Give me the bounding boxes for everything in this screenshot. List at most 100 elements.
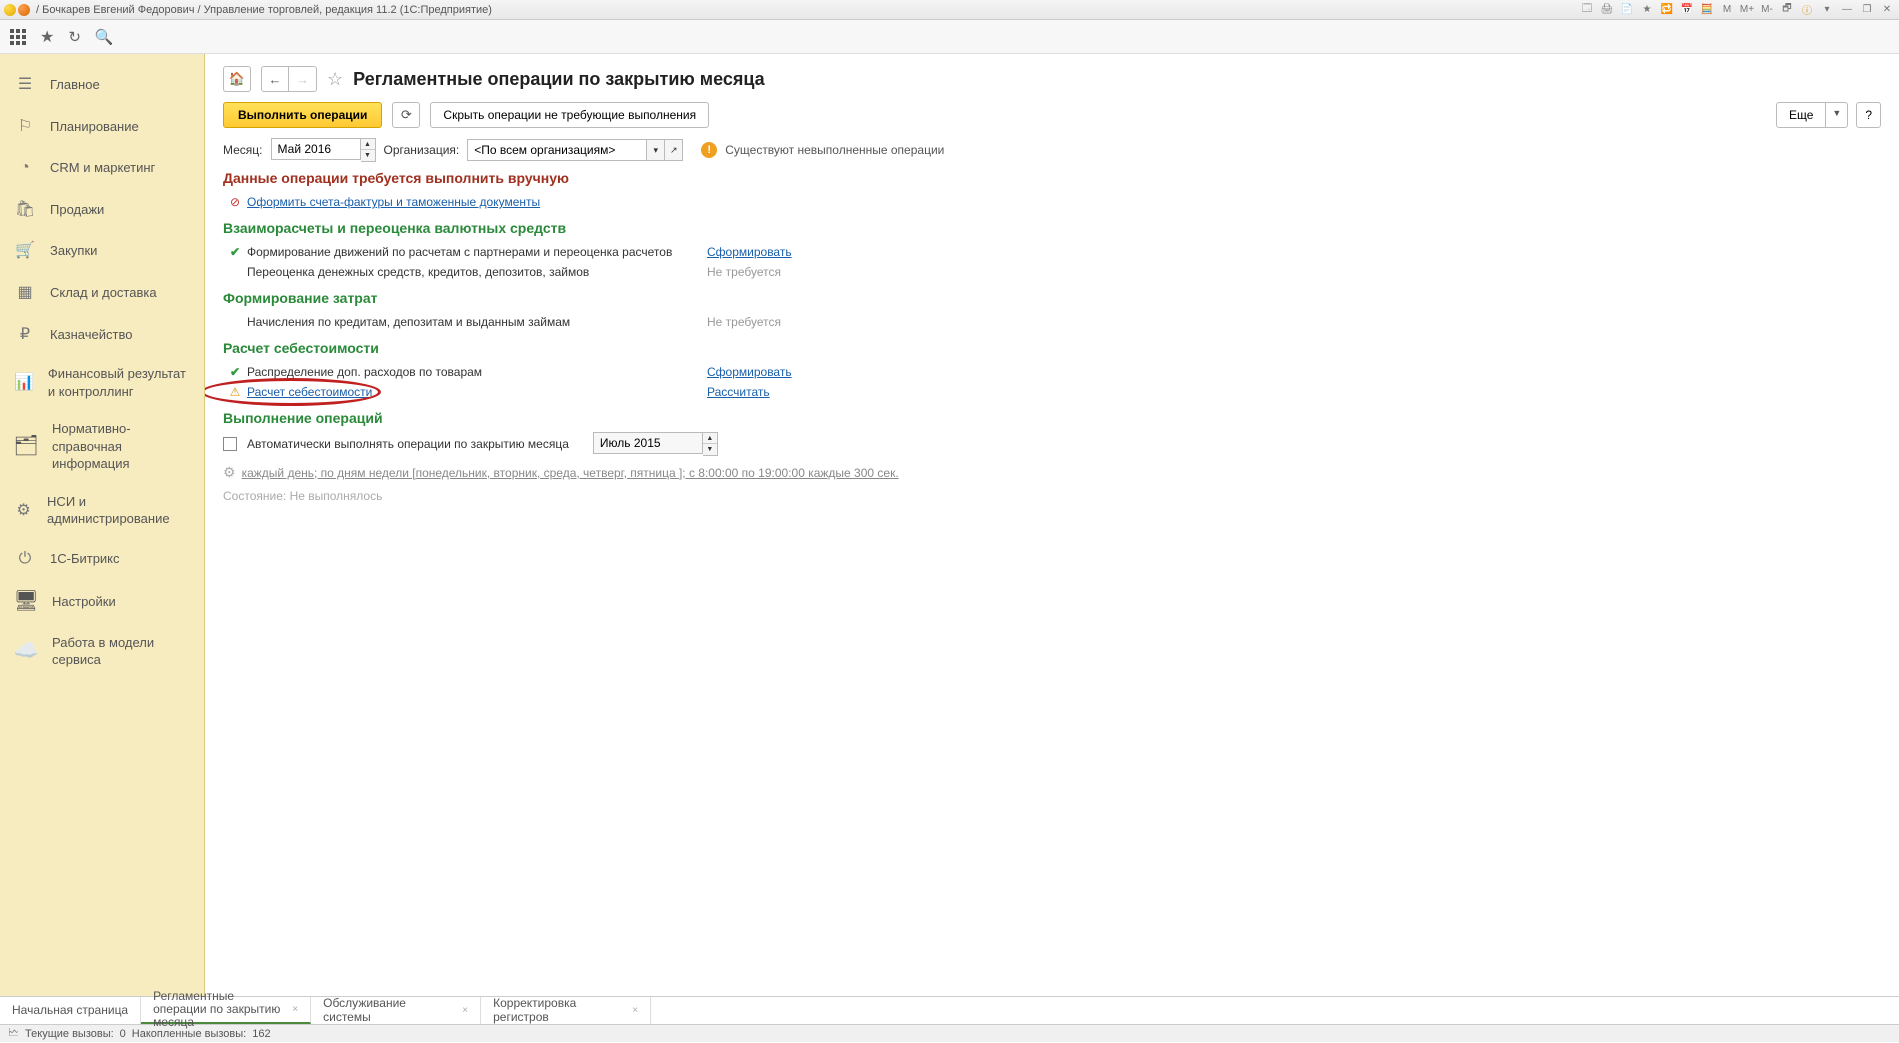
- sidebar-item-treasury[interactable]: ₽Казначейство: [0, 314, 204, 356]
- tb-icon[interactable]: 🗔: [1579, 3, 1595, 17]
- manual-link[interactable]: Оформить счета-фактуры и таможенные доку…: [247, 195, 540, 209]
- forward-button[interactable]: →: [289, 66, 317, 92]
- main-toolbar: ★ ↻ 🔍: [0, 20, 1899, 54]
- tb-icon[interactable]: 🧮: [1699, 3, 1715, 17]
- spin-down-icon[interactable]: ▼: [703, 444, 717, 455]
- tb-icon[interactable]: 🗗: [1779, 3, 1795, 17]
- close-icon[interactable]: ✕: [1879, 3, 1895, 17]
- tab-label: Начальная страница: [12, 1004, 128, 1017]
- sidebar-item-label: НСИ и администрирование: [47, 493, 190, 528]
- tab-label: Обслуживание системы: [323, 997, 456, 1023]
- tab-month-close[interactable]: Регламентные операции по закрытию месяца…: [141, 997, 311, 1024]
- sidebar-item-bitrix[interactable]: ⏻1С-Битрикс: [0, 538, 204, 580]
- month-input[interactable]: [271, 138, 361, 160]
- sidebar-item-sales[interactable]: 🛍 Продажи: [0, 189, 204, 231]
- home-button[interactable]: 🏠: [223, 66, 251, 92]
- accum-calls-value: 162: [252, 1028, 270, 1040]
- tab-close-icon[interactable]: ×: [632, 1005, 638, 1016]
- op-name: Формирование движений по расчетам с парт…: [247, 245, 707, 259]
- auto-month-spinner[interactable]: ▲▼: [703, 432, 718, 456]
- tab-registers[interactable]: Корректировка регистров×: [481, 997, 651, 1024]
- current-calls-label: Текущие вызовы:: [25, 1028, 114, 1040]
- sidebar-item-label: Казначейство: [50, 326, 132, 344]
- dd-icon[interactable]: ▾: [1819, 3, 1835, 17]
- current-calls-value: 0: [120, 1028, 126, 1040]
- tb-icon[interactable]: 📅: [1679, 3, 1695, 17]
- tb-m-minus[interactable]: M-: [1759, 3, 1775, 17]
- schedule-link[interactable]: каждый день; по дням недели [понедельник…: [242, 466, 899, 480]
- app-icon-2: [18, 4, 30, 16]
- org-open-icon[interactable]: ↗: [665, 139, 683, 161]
- tb-icon[interactable]: 📄: [1619, 3, 1635, 17]
- sidebar-item-cloud[interactable]: ☁️Работа в модели сервиса: [0, 624, 204, 679]
- tab-close-icon[interactable]: ×: [462, 1005, 468, 1016]
- more-dropdown-icon[interactable]: ▼: [1826, 102, 1848, 128]
- sidebar-item-label: Нормативно-справочная информация: [52, 420, 190, 473]
- more-button[interactable]: Еще: [1776, 102, 1826, 128]
- sidebar-item-label: Продажи: [50, 201, 104, 219]
- tab-close-icon[interactable]: ×: [292, 1004, 298, 1015]
- tb-m[interactable]: M: [1719, 3, 1735, 17]
- back-button[interactable]: ←: [261, 66, 289, 92]
- sidebar-item-reference[interactable]: 🗂Нормативно-справочная информация: [0, 410, 204, 483]
- page-title: Регламентные операции по закрытию месяца: [353, 69, 765, 90]
- sidebar-item-admin[interactable]: ⚙НСИ и администрирование: [0, 483, 204, 538]
- monitor-icon: 🖥: [14, 590, 38, 614]
- sidebar-item-purchases[interactable]: 🛒Закупки: [0, 230, 204, 272]
- minimize-icon[interactable]: —: [1839, 3, 1855, 17]
- sidebar-item-label: Главное: [50, 76, 100, 94]
- sidebar-item-label: Планирование: [50, 118, 139, 136]
- warning-triangle-icon: ⚠: [223, 385, 247, 399]
- section-costs-title: Формирование затрат: [223, 290, 1881, 306]
- tb-m-plus[interactable]: M+: [1739, 3, 1755, 17]
- org-dropdown-icon[interactable]: ▾: [647, 139, 665, 161]
- favorite-star-icon[interactable]: ☆: [327, 69, 343, 90]
- auto-month-input[interactable]: [593, 432, 703, 454]
- history-icon[interactable]: ↻: [68, 28, 81, 46]
- op-name: Переоценка денежных средств, кредитов, д…: [247, 265, 707, 279]
- section-sidebar: ☰Главное ⚐Планирование ◔CRM и маркетинг …: [0, 54, 205, 996]
- maximize-icon[interactable]: ❐: [1859, 3, 1875, 17]
- apps-grid-icon[interactable]: [10, 29, 26, 45]
- op-name: Распределение доп. расходов по товарам: [247, 365, 707, 379]
- spin-down-icon[interactable]: ▼: [361, 150, 375, 161]
- tab-start[interactable]: Начальная страница: [0, 997, 141, 1024]
- sidebar-item-warehouse[interactable]: ▦Склад и доставка: [0, 272, 204, 314]
- tb-icon[interactable]: 🖨: [1599, 3, 1615, 17]
- month-label: Месяц:: [223, 143, 263, 157]
- app-icon: [4, 4, 16, 16]
- refresh-button[interactable]: ⟳: [392, 102, 420, 128]
- forbid-icon: ⊘: [223, 195, 247, 209]
- info-icon[interactable]: ⓘ: [1799, 3, 1815, 17]
- tab-maintenance[interactable]: Обслуживание системы ×: [311, 997, 481, 1024]
- sidebar-item-main[interactable]: ☰Главное: [0, 64, 204, 106]
- org-select[interactable]: [467, 139, 647, 161]
- op-name: Начисления по кредитам, депозитам и выда…: [247, 315, 707, 329]
- run-operations-button[interactable]: Выполнить операции: [223, 102, 382, 128]
- spin-up-icon[interactable]: ▲: [361, 139, 375, 150]
- favorites-icon[interactable]: ★: [40, 27, 54, 47]
- auto-label: Автоматически выполнять операции по закр…: [247, 437, 569, 451]
- bag-icon: 🛍: [14, 199, 36, 221]
- selfcost-link[interactable]: Расчет себестоимости: [247, 385, 372, 399]
- sidebar-item-finresult[interactable]: 📊Финансовый результат и контроллинг: [0, 355, 204, 410]
- sidebar-item-label: Финансовый результат и контроллинг: [48, 365, 190, 400]
- spin-up-icon[interactable]: ▲: [703, 433, 717, 444]
- sidebar-item-crm[interactable]: ◔CRM и маркетинг: [0, 147, 204, 189]
- month-spinner[interactable]: ▲▼: [361, 138, 376, 162]
- help-button[interactable]: ?: [1856, 102, 1881, 128]
- sidebar-item-label: Работа в модели сервиса: [52, 634, 190, 669]
- sidebar-item-label: 1С-Битрикс: [50, 550, 120, 568]
- search-icon[interactable]: 🔍: [95, 28, 114, 46]
- tb-icon[interactable]: 🔁: [1659, 3, 1675, 17]
- auto-checkbox[interactable]: [223, 437, 237, 451]
- sidebar-item-settings[interactable]: 🖥Настройки: [0, 580, 204, 624]
- op-action-link[interactable]: Сформировать: [707, 365, 792, 379]
- op-action-link[interactable]: Сформировать: [707, 245, 792, 259]
- op-action-link[interactable]: Рассчитать: [707, 385, 770, 399]
- sidebar-item-planning[interactable]: ⚐Планирование: [0, 106, 204, 148]
- check-icon: ✔: [223, 245, 247, 259]
- hide-not-required-button[interactable]: Скрыть операции не требующие выполнения: [430, 102, 709, 128]
- tb-icon[interactable]: ★: [1639, 3, 1655, 17]
- gear-icon: ⚙: [223, 464, 236, 481]
